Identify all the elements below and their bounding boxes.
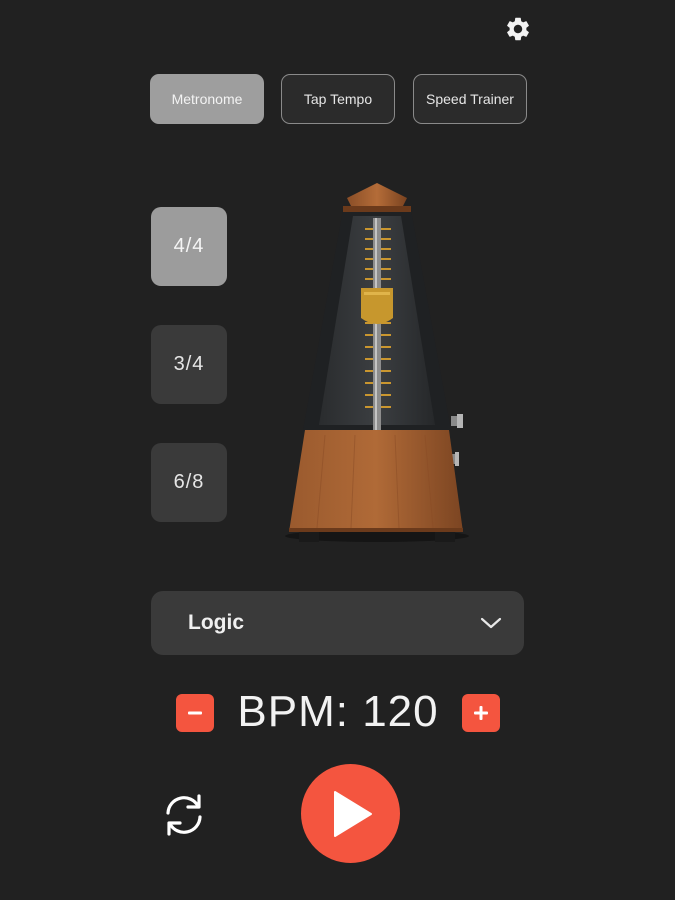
loop-button[interactable] <box>157 788 211 842</box>
gear-icon <box>507 17 529 41</box>
metronome-illustration <box>285 180 470 545</box>
bpm-display: BPM: 120 <box>237 687 439 736</box>
mode-tabs: Metronome Tap Tempo Speed Trainer <box>0 74 675 124</box>
time-signature-6-8[interactable]: 6/8 <box>151 443 227 522</box>
time-signature-4-4[interactable]: 4/4 <box>151 207 227 286</box>
play-button[interactable] <box>301 764 400 863</box>
bpm-decrement-button[interactable] <box>176 694 214 732</box>
time-signature-3-4[interactable]: 3/4 <box>151 325 227 404</box>
sound-select-value: Logic <box>188 611 244 634</box>
play-icon <box>333 790 372 837</box>
chevron-down-icon <box>480 617 502 629</box>
settings-button[interactable] <box>503 14 533 44</box>
minus-icon <box>188 711 202 715</box>
refresh-icon <box>166 794 202 836</box>
tab-tap-tempo[interactable]: Tap Tempo <box>281 74 395 124</box>
tab-speed-trainer[interactable]: Speed Trainer <box>413 74 527 124</box>
bpm-row: BPM: 120 <box>0 687 675 740</box>
tab-metronome[interactable]: Metronome <box>150 74 264 124</box>
sound-select[interactable]: Logic <box>151 591 524 655</box>
plus-icon <box>474 706 488 720</box>
bpm-increment-button[interactable] <box>462 694 500 732</box>
